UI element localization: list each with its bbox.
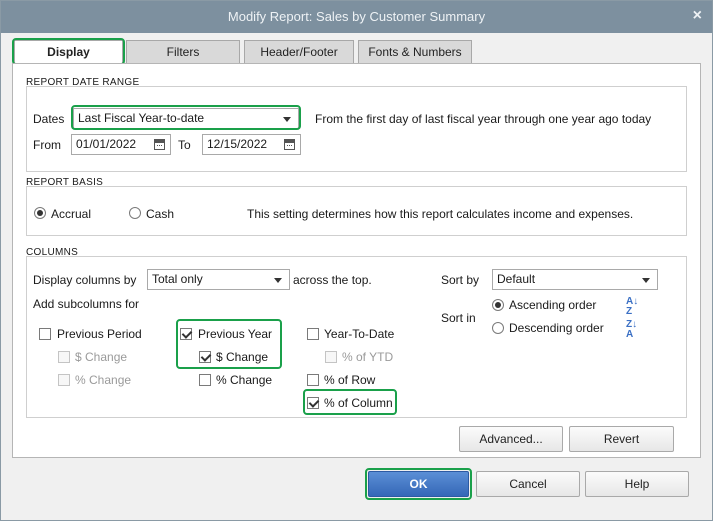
previous-period-dollar-change-label: $ Change	[75, 350, 128, 364]
to-date-value: 12/15/2022	[207, 137, 268, 151]
to-label: To	[178, 138, 191, 152]
date-range-description: From the first day of last fiscal year t…	[315, 112, 652, 126]
sort-by-dropdown[interactable]: Default	[492, 269, 658, 290]
across-label: across the top.	[293, 273, 372, 287]
sort-by-value: Default	[497, 272, 536, 286]
dates-value: Last Fiscal Year-to-date	[78, 111, 205, 125]
sort-in-label: Sort in	[441, 311, 476, 325]
previous-period-dollar-change-checkbox	[58, 351, 70, 363]
percent-of-ytd-checkbox	[325, 351, 337, 363]
columns-group: Display columns by Total only across the…	[26, 256, 687, 418]
previous-year-label[interactable]: Previous Year	[198, 327, 272, 341]
report-basis-group: Accrual Cash This setting determines how…	[26, 186, 687, 236]
previous-period-percent-change-label: % Change	[75, 373, 132, 387]
title-bar: Modify Report: Sales by Customer Summary…	[1, 1, 712, 33]
percent-of-column-checkbox[interactable]	[307, 397, 319, 409]
basis-description: This setting determines how this report …	[247, 207, 634, 221]
previous-year-percent-change-checkbox[interactable]	[199, 374, 211, 386]
display-columns-dropdown[interactable]: Total only	[147, 269, 290, 290]
previous-year-percent-change-label[interactable]: % Change	[216, 373, 272, 387]
accrual-label[interactable]: Accrual	[51, 207, 91, 221]
year-to-date-label[interactable]: Year-To-Date	[324, 327, 394, 341]
chevron-down-icon	[283, 117, 291, 122]
previous-year-checkbox[interactable]	[180, 328, 192, 340]
descending-label[interactable]: Descending order	[509, 321, 604, 335]
calendar-icon[interactable]	[284, 139, 295, 150]
advanced-button[interactable]: Advanced...	[459, 426, 563, 452]
revert-button[interactable]: Revert	[569, 426, 674, 452]
to-date-field[interactable]: 12/15/2022	[202, 134, 301, 155]
calendar-icon[interactable]	[154, 139, 165, 150]
ok-button[interactable]: OK	[368, 471, 469, 497]
accrual-radio[interactable]	[34, 207, 46, 219]
previous-year-dollar-change-checkbox[interactable]	[199, 351, 211, 363]
display-columns-value: Total only	[152, 272, 203, 286]
sort-descending-icon: Z↓ A	[626, 319, 638, 340]
window-title: Modify Report: Sales by Customer Summary	[227, 9, 486, 24]
tab-display[interactable]: Display	[14, 40, 123, 64]
chevron-down-icon	[642, 278, 650, 283]
dates-dropdown[interactable]: Last Fiscal Year-to-date	[73, 108, 299, 129]
sort-by-label: Sort by	[441, 273, 480, 287]
cash-label[interactable]: Cash	[146, 207, 174, 221]
from-label: From	[33, 138, 61, 152]
previous-period-percent-change-checkbox	[58, 374, 70, 386]
percent-of-row-checkbox[interactable]	[307, 374, 319, 386]
percent-of-column-label[interactable]: % of Column	[324, 396, 393, 410]
subcolumns-label: Add subcolumns for	[33, 297, 140, 311]
from-date-field[interactable]: 01/01/2022	[71, 134, 171, 155]
percent-of-row-label[interactable]: % of Row	[324, 373, 375, 387]
previous-year-dollar-change-label[interactable]: $ Change	[216, 350, 268, 364]
tab-filters[interactable]: Filters	[126, 40, 240, 64]
percent-of-ytd-label: % of YTD	[342, 350, 394, 364]
display-columns-label: Display columns by	[33, 273, 137, 287]
modify-report-dialog: Modify Report: Sales by Customer Summary…	[0, 0, 713, 521]
year-to-date-checkbox[interactable]	[307, 328, 319, 340]
from-date-value: 01/01/2022	[76, 137, 137, 151]
ascending-label[interactable]: Ascending order	[509, 298, 596, 312]
previous-period-checkbox[interactable]	[39, 328, 51, 340]
help-button[interactable]: Help	[585, 471, 689, 497]
descending-radio[interactable]	[492, 322, 504, 334]
chevron-down-icon	[274, 278, 282, 283]
close-icon[interactable]: ×	[693, 7, 702, 25]
ascending-radio[interactable]	[492, 299, 504, 311]
cancel-button[interactable]: Cancel	[476, 471, 580, 497]
dates-label: Dates	[33, 112, 65, 126]
tab-header-footer[interactable]: Header/Footer	[244, 40, 354, 64]
tab-fonts-numbers[interactable]: Fonts & Numbers	[358, 40, 472, 64]
display-panel: REPORT DATE RANGE Dates Last Fiscal Year…	[12, 63, 701, 458]
date-range-group: Dates Last Fiscal Year-to-date From the …	[26, 86, 687, 172]
cash-radio[interactable]	[129, 207, 141, 219]
sort-ascending-icon: A↓ Z	[626, 296, 639, 317]
previous-period-label[interactable]: Previous Period	[57, 327, 142, 341]
